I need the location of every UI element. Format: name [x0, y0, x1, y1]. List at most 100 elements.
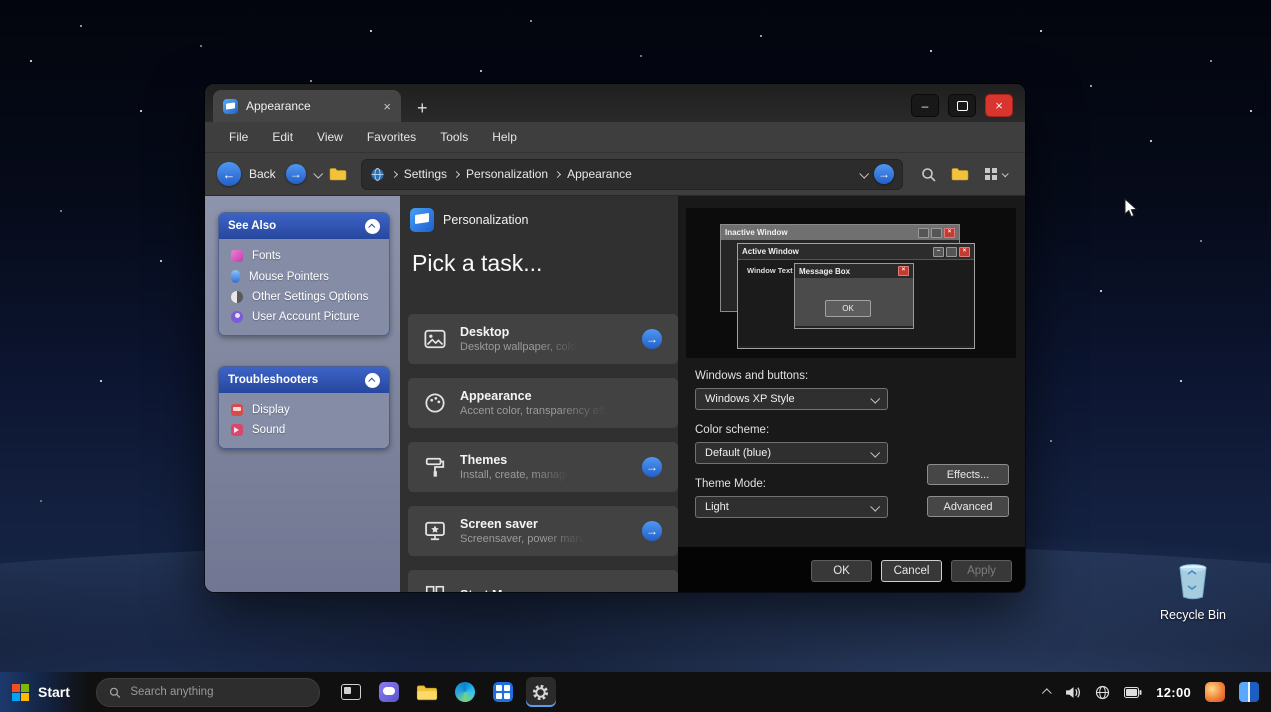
task-appearance[interactable]: Appearance Accent color, transparency ef… [408, 378, 678, 428]
sidebar-item-user-account-picture[interactable]: User Account Picture [219, 307, 389, 327]
forward-button[interactable]: → [285, 164, 306, 184]
see-also-collapse-button[interactable] [365, 218, 380, 234]
advanced-button[interactable]: Advanced [927, 496, 1009, 517]
preview-window-controls: × [918, 227, 955, 238]
troubleshooters-header[interactable]: Troubleshooters [219, 367, 389, 393]
nav-toolbar-icons [921, 167, 1009, 182]
dialog-footer: OK Cancel Apply [678, 547, 1025, 592]
fonts-icon [231, 250, 243, 262]
breadcrumb-settings[interactable]: Settings [404, 167, 447, 181]
sidebar-item-display[interactable]: Display [219, 400, 389, 420]
menu-view[interactable]: View [317, 130, 343, 144]
task-go-button[interactable]: → [642, 457, 662, 477]
task-title: Appearance [460, 389, 532, 403]
tab-appearance[interactable]: Appearance × [213, 90, 401, 122]
apply-button[interactable]: Apply [951, 559, 1012, 582]
theme-mode-select[interactable]: Light [695, 496, 888, 518]
tray-expand-icon[interactable] [1042, 687, 1052, 698]
gear-icon [533, 684, 549, 700]
new-tab-button[interactable]: + [417, 99, 428, 117]
maximize-button[interactable] [948, 94, 976, 117]
stars [0, 0, 2, 2]
see-also-header[interactable]: See Also [219, 213, 389, 239]
menu-edit[interactable]: Edit [272, 130, 293, 144]
tab-title: Appearance [246, 99, 311, 113]
task-text: Desktop Desktop wallpaper, color [460, 325, 580, 353]
display-icon [231, 404, 243, 416]
search-input[interactable] [128, 685, 307, 699]
settings-app-button[interactable] [525, 677, 556, 707]
crumb-separator-icon [453, 170, 461, 178]
edge-browser-icon [454, 682, 475, 702]
search-icon[interactable] [921, 167, 936, 182]
sidebar-item-other-settings[interactable]: Other Settings Options [219, 287, 389, 307]
windows-and-buttons-label: Windows and buttons: [695, 370, 809, 382]
menu-tools[interactable]: Tools [440, 130, 468, 144]
color-scheme-value: Default (blue) [705, 447, 772, 459]
breadcrumb-personalization[interactable]: Personalization [466, 167, 548, 181]
menu-file[interactable]: File [229, 130, 248, 144]
task-go-button[interactable]: → [642, 521, 662, 541]
chevron-down-icon [870, 501, 881, 512]
cancel-button[interactable]: Cancel [881, 559, 942, 582]
views-chevron-icon [1001, 169, 1009, 177]
task-screen-saver[interactable]: Screen saver Screensaver, power mana → [408, 506, 678, 556]
address-bar[interactable]: Settings Personalization Appearance → [360, 158, 903, 190]
task-title: Desktop [460, 325, 510, 339]
battery-icon[interactable] [1124, 686, 1142, 698]
volume-icon[interactable] [1065, 686, 1081, 699]
menu-favorites[interactable]: Favorites [367, 130, 416, 144]
mouse-cursor [1124, 198, 1138, 218]
file-explorer-button[interactable] [412, 677, 442, 707]
ok-button[interactable]: OK [811, 559, 872, 582]
store-icon [492, 682, 513, 702]
sidebar-item-label: Sound [252, 424, 286, 436]
store-button[interactable] [488, 677, 518, 707]
start-label: Start [38, 684, 70, 700]
minimize-button[interactable]: – [911, 94, 939, 117]
address-dropdown-icon[interactable] [859, 168, 870, 179]
user-account-icon [231, 311, 243, 323]
troubleshooters-panel: Troubleshooters Display Sound [218, 366, 390, 449]
task-list: Desktop Desktop wallpaper, color → Appea… [408, 314, 678, 592]
back-button[interactable]: ← [217, 162, 241, 186]
window-controls: – × [911, 94, 1013, 117]
preview-close-icon: × [944, 227, 955, 238]
sidebar-item-mouse-pointers[interactable]: Mouse Pointers [219, 266, 389, 287]
navigation-bar: ← Back → Settings Personalization Appear… [205, 153, 1025, 196]
themes-task-icon [422, 454, 448, 480]
taskbar-search[interactable] [95, 677, 320, 707]
task-text: Screen saver Screensaver, power mana [460, 517, 588, 545]
task-text: Start Menu [460, 588, 525, 592]
recycle-bin[interactable]: Recycle Bin [1160, 560, 1226, 622]
troubleshooters-collapse-button[interactable] [365, 372, 380, 388]
chat-app-button[interactable] [374, 677, 404, 707]
sound-icon [231, 424, 243, 436]
effects-button[interactable]: Effects... [927, 464, 1009, 485]
sidebar-item-fonts[interactable]: Fonts [219, 246, 389, 266]
folders-icon[interactable] [951, 167, 969, 181]
sidebar-item-sound[interactable]: Sound [219, 420, 389, 440]
browser-button[interactable] [450, 677, 480, 707]
task-desktop[interactable]: Desktop Desktop wallpaper, color → [408, 314, 678, 364]
taskbar-clock[interactable]: 12:00 [1156, 685, 1191, 700]
network-globe-icon[interactable] [1095, 685, 1110, 700]
task-themes[interactable]: Themes Install, create, manage → [408, 442, 678, 492]
color-scheme-select[interactable]: Default (blue) [695, 442, 888, 464]
tab-close-icon[interactable]: × [383, 100, 391, 113]
menu-help[interactable]: Help [492, 130, 517, 144]
go-button[interactable]: → [874, 164, 894, 184]
history-chevron-icon[interactable] [312, 168, 323, 179]
windows-and-buttons-select[interactable]: Windows XP Style [695, 388, 888, 410]
tray-app-orange-icon[interactable] [1205, 682, 1225, 702]
tray-app-blue-icon[interactable] [1239, 682, 1259, 702]
views-button[interactable] [984, 167, 1009, 181]
taskbar-apps [336, 677, 556, 707]
close-button[interactable]: × [985, 94, 1013, 117]
folder-up-icon[interactable] [329, 167, 347, 181]
task-start-menu[interactable]: Start Menu [408, 570, 678, 592]
start-button[interactable]: Start [0, 672, 88, 712]
task-view-button[interactable] [336, 677, 366, 707]
breadcrumb-appearance[interactable]: Appearance [567, 167, 632, 181]
task-go-button[interactable]: → [642, 329, 662, 349]
